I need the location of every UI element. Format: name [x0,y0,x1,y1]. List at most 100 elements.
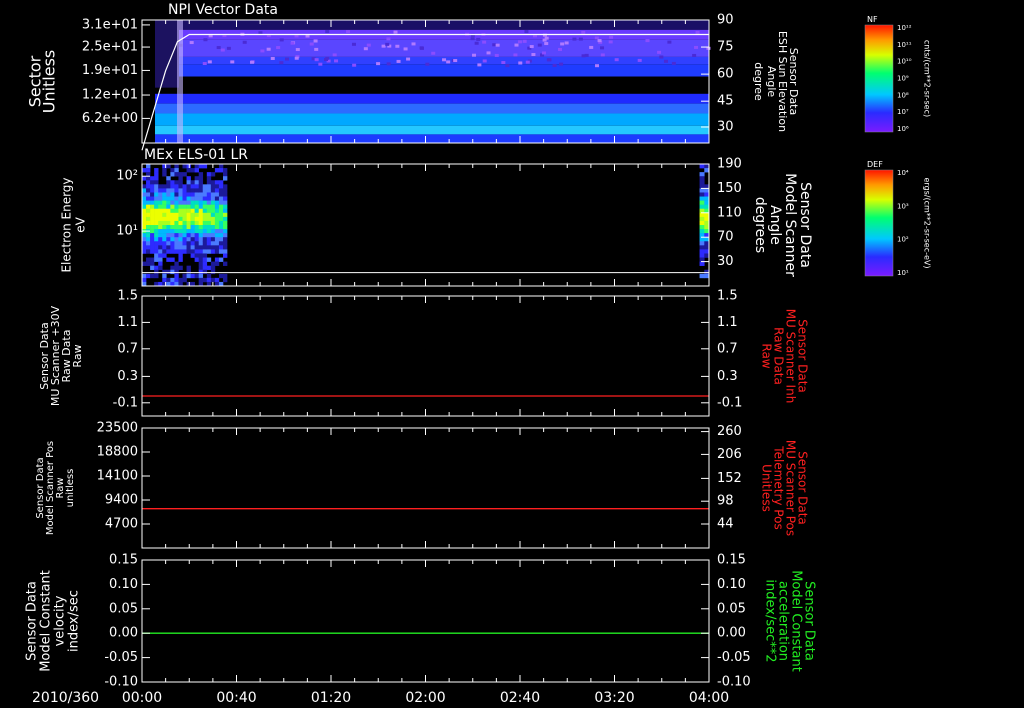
colorbar-1 [864,169,894,277]
y2-tick-label: 1.5 [717,289,738,304]
els-pixel [218,192,224,197]
npi-speckle [695,30,700,34]
npi-speckle [537,43,542,47]
els-pixel [154,172,159,177]
els-pixel [158,253,163,258]
colorbar-tick-label: 10⁶ [897,125,909,133]
els-pixel [162,208,167,214]
els-pixel [162,168,167,173]
els-pixel [174,220,179,226]
els-pixel [146,180,151,185]
y2-tick-label: 45 [717,94,734,109]
els-pixel [146,204,151,210]
els-pixel [182,172,187,177]
npi-speckle [258,31,263,35]
els-pixel [218,196,224,201]
els-pixel [218,241,224,246]
els-pixel [166,216,171,222]
y-axis-label: Electron Energy [60,177,74,272]
npi-speckle [637,58,642,62]
y-tick-label: 4700 [105,517,138,532]
els-pixel [214,277,220,283]
els-pixel [206,180,212,185]
els-pixel [214,220,220,226]
els-pixel [218,164,224,169]
els-pixel [210,208,216,214]
els-pixel [186,176,191,181]
els-pixel [218,200,224,205]
npi-speckle [581,30,586,34]
els-pixel [190,220,195,226]
els-pixel [190,200,195,205]
els-pixel [194,212,199,218]
els-pixel [170,277,175,283]
y2-axis-label: Unitless [760,464,774,512]
y2-axis-label: degrees [752,197,768,253]
els-pixel [182,233,187,238]
y2-tick-label: 30 [717,254,734,269]
els-pixel [190,233,195,238]
els-pixel [699,241,705,246]
els-pixel [202,208,208,214]
colorbar-tick-label: 10¹ [897,269,909,277]
els-pixel [166,184,171,189]
els-pixel [218,225,224,230]
els-pixel [223,253,228,258]
els-pixel [158,245,163,250]
els-pixel [166,225,171,230]
y2-tick-label: 44 [717,517,734,532]
els-pixel [218,184,224,189]
els-pixel [214,188,220,193]
els-pixel [699,216,705,222]
els-pixel [166,180,171,185]
els-pixel [158,249,163,254]
els-pixel [223,225,228,230]
els-pixel [214,204,220,210]
els-pixel [142,273,147,279]
els-pixel [146,168,151,173]
els-pixel [142,192,147,197]
npi-speckle [692,53,697,57]
els-pixel [142,237,147,242]
els-pixel [202,216,208,222]
els-pixel [206,245,212,250]
els-pixel [174,277,179,283]
els-pixel [142,168,147,173]
els-pixel [210,265,216,271]
els-pixel [150,229,155,234]
els-pixel [202,261,208,266]
time-tick-label: 00:40 [216,690,256,706]
npi-speckle [318,62,323,66]
els-pixel [146,200,151,205]
els-pixel [214,245,220,250]
npi-band-4 [155,64,709,77]
els-pixel [186,220,191,226]
els-pixel [223,261,228,266]
y-axis-label: eV [74,216,88,232]
els-pixel [174,245,179,250]
els-pixel [150,261,155,266]
els-pixel [166,245,171,250]
y2-tick-label: -0.1 [717,395,742,410]
els-pixel [174,192,179,197]
els-pixel [198,237,204,242]
y2-axis-label: Angle [765,66,778,98]
npi-speckle [584,53,589,57]
els-pixel [194,200,199,205]
npi-speckle [226,46,231,50]
npi-speckle [595,64,600,68]
els-pixel [190,216,195,222]
els-pixel [202,233,208,238]
els-pixel [166,176,171,181]
els-pixel [174,237,179,242]
els-pixel [202,245,208,250]
els-pixel [142,196,147,201]
y-tick-label: 2.5e+01 [82,40,138,55]
els-pixel [154,249,159,254]
els-pixel [699,225,705,230]
els-pixel [210,196,216,201]
els-pixel [146,273,151,279]
y-tick-label: 0.7 [117,341,138,356]
els-pixel [166,233,171,238]
els-pixel [182,164,187,169]
